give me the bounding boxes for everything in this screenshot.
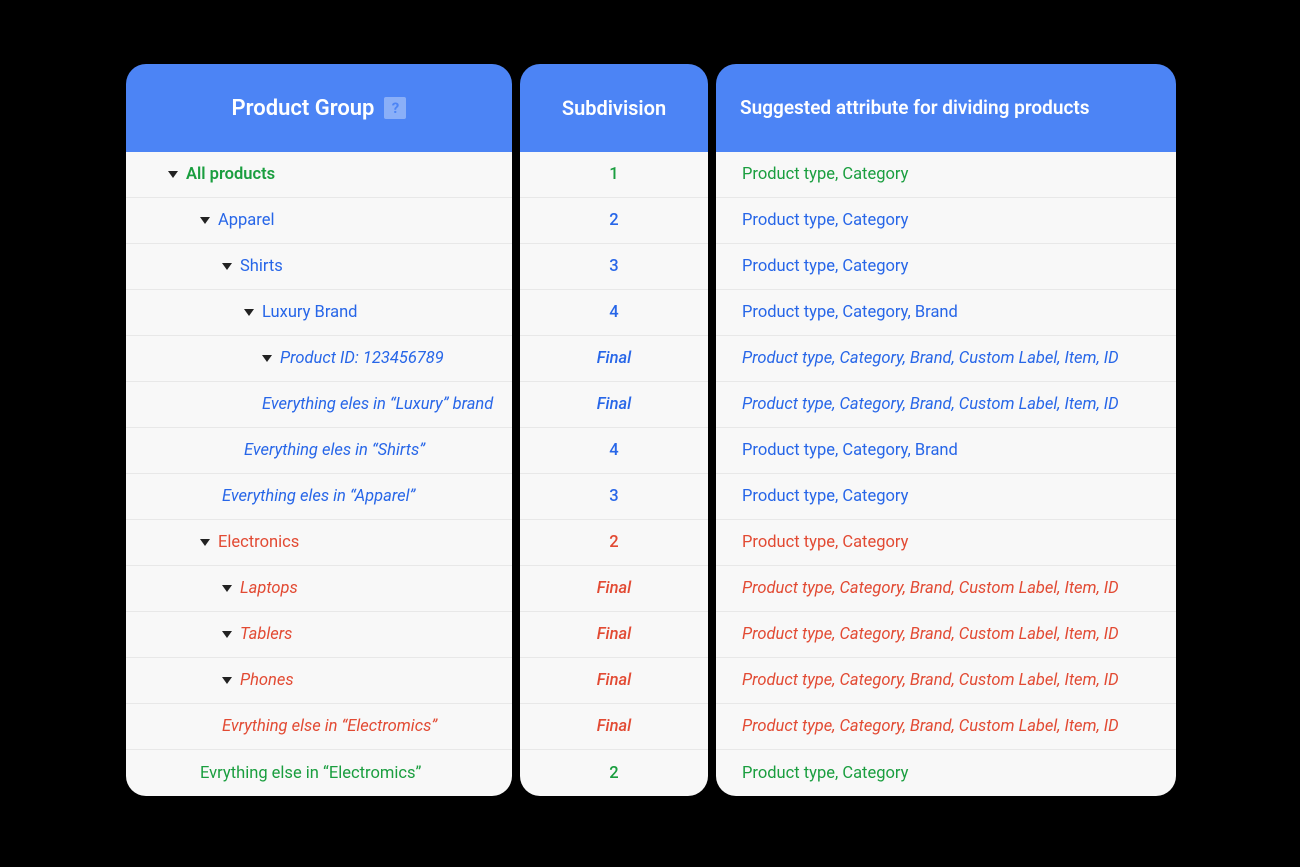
- attr-cell: Product type, Category, Brand, Custom La…: [716, 382, 1176, 428]
- header-subdivision-label: Subdivision: [562, 96, 666, 120]
- attr-cell: Product type, Category, Brand: [716, 290, 1176, 336]
- caret-down-icon[interactable]: [222, 631, 232, 638]
- tree-row[interactable]: Phones: [126, 658, 512, 704]
- tree-row[interactable]: Evrything else in “Electromics”: [126, 704, 512, 750]
- tree-row[interactable]: Everything eles in “Apparel”: [126, 474, 512, 520]
- attr-cell: Product type, Category, Brand, Custom La…: [716, 658, 1176, 704]
- caret-down-icon[interactable]: [244, 309, 254, 316]
- header-product-group-label: Product Group: [232, 96, 375, 121]
- attr-cell: Product type, Category: [716, 474, 1176, 520]
- subdivision-cell: 2: [520, 198, 708, 244]
- tree-row[interactable]: Evrything else in “Electromics”: [126, 750, 512, 796]
- subdivision-cell: 2: [520, 520, 708, 566]
- header-suggested-label: Suggested attribute for dividing product…: [740, 96, 1090, 121]
- product-group-table: Product Group ? Subdivision Suggested at…: [126, 64, 1174, 796]
- caret-down-icon[interactable]: [200, 217, 210, 224]
- caret-down-icon[interactable]: [222, 263, 232, 270]
- subdivision-cell: Final: [520, 566, 708, 612]
- attr-cell: Product type, Category, Brand, Custom La…: [716, 704, 1176, 750]
- subdivision-cell: Final: [520, 658, 708, 704]
- caret-down-icon[interactable]: [262, 355, 272, 362]
- attr-cell: Product type, Category, Brand, Custom La…: [716, 612, 1176, 658]
- tree-label: Phones: [240, 671, 294, 690]
- tree-label: Apparel: [218, 211, 274, 230]
- header-product-group: Product Group ?: [126, 64, 512, 152]
- tree-row[interactable]: Laptops: [126, 566, 512, 612]
- subdivision-cell: 3: [520, 244, 708, 290]
- attr-cell: Product type, Category, Brand: [716, 428, 1176, 474]
- subdivision-cell: Final: [520, 612, 708, 658]
- attr-cell: Product type, Category: [716, 520, 1176, 566]
- tree-label: Everything eles in “Apparel”: [222, 487, 415, 506]
- subdivision-cell: 2: [520, 750, 708, 796]
- attr-cell: Product type, Category: [716, 244, 1176, 290]
- subdivision-cell: 1: [520, 152, 708, 198]
- caret-down-icon[interactable]: [168, 171, 178, 178]
- caret-down-icon[interactable]: [200, 539, 210, 546]
- attr-cell: Product type, Category: [716, 750, 1176, 796]
- tree-label: Everything eles in “Luxury” brand: [262, 395, 493, 414]
- caret-down-icon[interactable]: [222, 677, 232, 684]
- tree-row[interactable]: Apparel: [126, 198, 512, 244]
- tree-row[interactable]: Everything eles in “Shirts”: [126, 428, 512, 474]
- caret-down-icon[interactable]: [222, 585, 232, 592]
- tree-label: Evrything else in “Electromics”: [222, 717, 437, 736]
- tree-label: Shirts: [240, 257, 283, 276]
- attr-cell: Product type, Category, Brand, Custom La…: [716, 566, 1176, 612]
- subdivision-cell: 4: [520, 290, 708, 336]
- help-icon[interactable]: ?: [384, 97, 406, 119]
- tree-row[interactable]: Shirts: [126, 244, 512, 290]
- attr-cell: Product type, Category: [716, 198, 1176, 244]
- subdivision-cell: Final: [520, 336, 708, 382]
- subdivision-cell: Final: [520, 382, 708, 428]
- subdivision-cell: 3: [520, 474, 708, 520]
- tree-label: Electronics: [218, 533, 299, 552]
- tree-label: All products: [186, 165, 275, 184]
- header-suggested: Suggested attribute for dividing product…: [716, 64, 1176, 152]
- subdivision-cell: 4: [520, 428, 708, 474]
- tree-row[interactable]: Tablers: [126, 612, 512, 658]
- tree-label: Tablers: [240, 625, 292, 644]
- tree-row[interactable]: Everything eles in “Luxury” brand: [126, 382, 512, 428]
- tree-label: Laptops: [240, 579, 298, 598]
- tree-row[interactable]: Luxury Brand: [126, 290, 512, 336]
- attr-cell: Product type, Category: [716, 152, 1176, 198]
- tree-row[interactable]: Electronics: [126, 520, 512, 566]
- subdivision-cell: Final: [520, 704, 708, 750]
- attr-cell: Product type, Category, Brand, Custom La…: [716, 336, 1176, 382]
- tree-label: Evrything else in “Electromics”: [200, 764, 421, 783]
- tree-row[interactable]: Product ID: 123456789: [126, 336, 512, 382]
- tree-label: Everything eles in “Shirts”: [244, 441, 425, 460]
- tree-label: Product ID: 123456789: [280, 349, 444, 368]
- header-subdivision: Subdivision: [520, 64, 708, 152]
- tree-row[interactable]: All products: [126, 152, 512, 198]
- tree-label: Luxury Brand: [262, 303, 358, 322]
